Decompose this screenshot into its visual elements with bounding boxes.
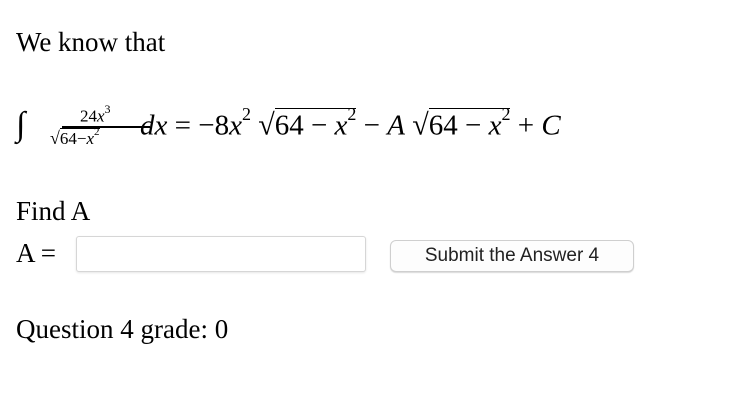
sqrt-term-2: √64 − x2 [412, 104, 511, 142]
find-prompt: Find A [16, 196, 91, 226]
integral-sign: ∫ [16, 106, 26, 143]
submit-answer-button[interactable]: Submit the Answer 4 [390, 240, 634, 272]
answer-label: A = [16, 238, 56, 268]
grade-text: Question 4 grade: 0 [16, 314, 229, 344]
intro-text: We know that [16, 27, 166, 57]
fraction-denominator: √64−x2 [50, 126, 100, 148]
integrand-fraction: 24x3 √64−x2 [38, 102, 150, 154]
unknown-a: A [387, 109, 405, 142]
sqrt-term-1: √64 − x2 [258, 104, 357, 142]
answer-input[interactable] [76, 236, 366, 272]
fraction-numerator: 24x3 [80, 102, 111, 126]
integral-formula: ∫ 24x3 √64−x2 dx = −8x2 √64 − x2 − A √64… [16, 102, 716, 154]
formula-rhs: dx = −8x2 √64 − x2 − A √64 − x2 + C [140, 104, 561, 142]
